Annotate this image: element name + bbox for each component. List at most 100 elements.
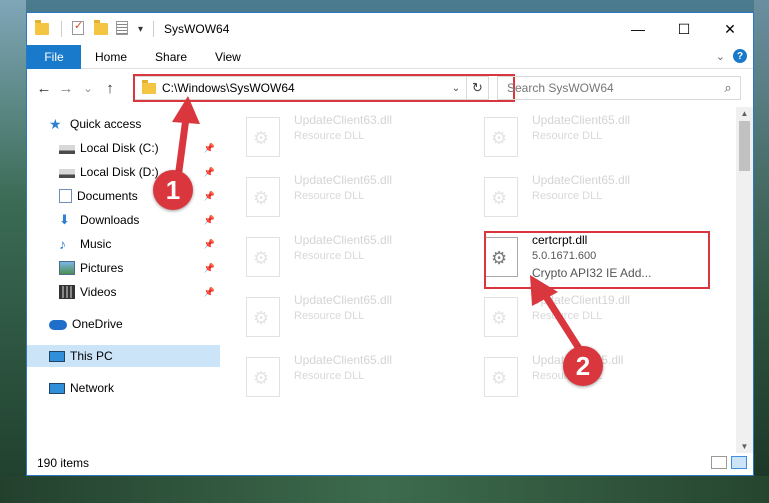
help-icon[interactable]: ? — [733, 49, 747, 63]
pictures-icon — [59, 261, 75, 275]
sidebar-item-pictures[interactable]: Pictures 📌 — [59, 257, 219, 279]
vertical-scrollbar[interactable]: ▲ ▼ — [736, 107, 753, 453]
customize-toolbar-chevron-icon[interactable]: ▾ — [138, 24, 143, 35]
search-box[interactable]: Search SysWOW64 ⌕ — [497, 76, 741, 100]
tab-file[interactable]: File — [27, 44, 81, 69]
file-name: UpdateClient19.dll — [532, 293, 631, 307]
dll-file-icon — [246, 177, 280, 217]
music-icon: ♪ — [59, 236, 66, 252]
pin-icon[interactable]: 📌 — [204, 287, 215, 298]
search-icon[interactable]: ⌕ — [716, 80, 740, 96]
sidebar-item-label: Local Disk (C:) — [80, 141, 159, 155]
navigation-bar: ← → ⌄ ↑ C:\Windows\SysWOW64 ⌄ ↻ Search S… — [27, 69, 753, 107]
forward-button[interactable]: → — [55, 80, 77, 97]
file-type: Resource DLL — [294, 250, 365, 262]
search-input[interactable]: Search SysWOW64 — [507, 81, 716, 95]
details-view-icon[interactable] — [711, 456, 727, 469]
dll-file-icon — [484, 357, 518, 397]
sidebar-item-label: This PC — [70, 349, 113, 363]
sidebar-item-this-pc[interactable]: This PC — [27, 345, 220, 367]
computer-icon — [49, 350, 65, 362]
maximize-button[interactable]: ☐ — [661, 13, 707, 45]
pin-icon[interactable]: 📌 — [204, 143, 215, 154]
ribbon-tabs: File Home Share View ⌄ ? — [27, 44, 753, 69]
cloud-icon — [49, 320, 67, 330]
file-item[interactable]: UpdateClient65.dll Resource DLL — [220, 353, 450, 409]
recent-locations-button[interactable]: ⌄ — [77, 82, 99, 95]
file-type: Resource DLL — [532, 190, 603, 202]
network-icon — [49, 382, 65, 394]
ribbon-right-controls: ⌄ ? — [716, 49, 747, 63]
status-bar: 190 items — [27, 451, 753, 475]
pin-icon[interactable]: 📌 — [204, 263, 215, 274]
file-name: UpdateClient63.dll — [294, 113, 393, 127]
sidebar-item-downloads[interactable]: ⬇ Downloads 📌 — [59, 209, 219, 231]
new-folder-icon[interactable] — [94, 20, 110, 37]
properties-check-icon[interactable] — [72, 19, 88, 37]
sidebar-item-documents[interactable]: Documents 📌 — [59, 185, 219, 207]
sidebar-item-local-disk-c[interactable]: Local Disk (C:) 📌 — [59, 137, 219, 159]
tab-share[interactable]: Share — [141, 50, 201, 64]
documents-icon — [59, 189, 72, 203]
file-item[interactable]: UpdateClient65.dll Resource DLL — [220, 233, 450, 289]
file-type: Resource DLL — [294, 130, 365, 142]
sidebar-item-label: Downloads — [80, 213, 140, 227]
view-toggle — [711, 456, 747, 469]
pin-icon[interactable]: 📌 — [204, 215, 215, 226]
window-title: SysWOW64 — [164, 22, 230, 36]
file-type: Resource DLL — [532, 130, 603, 142]
dll-file-icon — [246, 297, 280, 337]
sidebar-item-music[interactable]: ♪ Music 📌 — [59, 233, 219, 255]
sidebar-item-videos[interactable]: Videos 📌 — [59, 281, 219, 303]
properties-icon[interactable] — [116, 21, 132, 37]
dll-file-icon — [246, 117, 280, 157]
tab-view[interactable]: View — [201, 50, 255, 64]
dll-file-icon — [484, 177, 518, 217]
file-item[interactable]: UpdateClient65.dll Resource DLL — [220, 293, 450, 349]
folder-icon — [35, 20, 51, 37]
file-name: UpdateClient65.dll — [532, 113, 631, 127]
sidebar-item-onedrive[interactable]: OneDrive — [49, 313, 219, 335]
close-button[interactable]: ✕ — [707, 13, 753, 45]
file-item[interactable]: UpdateClient19.dll Resource DLL — [458, 293, 688, 349]
sidebar-item-quick-access[interactable]: ★ Quick access — [49, 113, 219, 135]
step-1-badge: 1 — [153, 170, 193, 210]
pin-icon[interactable]: 📌 — [204, 239, 215, 250]
file-name: UpdateClient65.dll — [294, 173, 393, 187]
file-name: UpdateClient65.dll — [294, 233, 393, 247]
file-name: UpdateClient65.dll — [294, 293, 393, 307]
expand-ribbon-chevron-icon[interactable]: ⌄ — [716, 50, 725, 63]
dll-file-icon — [484, 297, 518, 337]
sidebar-item-local-disk-d[interactable]: Local Disk (D:) 📌 — [59, 161, 219, 183]
file-item[interactable]: UpdateClient65.dll Resource DLL — [458, 113, 688, 169]
file-item[interactable]: UpdateClient65.dll Resource DLL — [220, 173, 450, 229]
desktop-background-right — [754, 0, 769, 503]
sidebar-item-label: Quick access — [70, 117, 142, 131]
up-button[interactable]: ↑ — [99, 80, 121, 97]
file-type: Resource DLL — [532, 310, 603, 322]
minimize-button[interactable]: — — [615, 13, 661, 45]
file-type: Resource DLL — [294, 310, 365, 322]
desktop-background-bottom — [0, 476, 769, 503]
pin-icon[interactable]: 📌 — [204, 167, 215, 178]
address-highlight-box — [133, 74, 515, 102]
file-explorer-window: ▾ SysWOW64 — ☐ ✕ File Home Share View ⌄ … — [26, 12, 754, 476]
window-controls: — ☐ ✕ — [615, 13, 753, 45]
file-item[interactable]: UpdateClient65.dll Resource DLL — [458, 173, 688, 229]
scroll-down-arrow-icon[interactable]: ▼ — [736, 442, 753, 451]
sidebar-item-network[interactable]: Network — [49, 377, 219, 399]
scroll-up-arrow-icon[interactable]: ▲ — [736, 109, 753, 118]
sidebar-item-label: Local Disk (D:) — [80, 165, 159, 179]
file-type: Resource DLL — [294, 370, 365, 382]
downloads-icon: ⬇ — [59, 212, 70, 227]
scrollbar-thumb[interactable] — [739, 121, 750, 171]
tab-home[interactable]: Home — [81, 50, 141, 64]
navigation-pane: ★ Quick access Local Disk (C:) 📌 Local D… — [27, 107, 220, 453]
file-item[interactable]: UpdateClient63.dll Resource DLL — [220, 113, 450, 169]
large-icons-view-icon[interactable] — [731, 456, 747, 469]
drive-icon — [59, 169, 75, 178]
toolbar-divider — [61, 21, 62, 37]
back-button[interactable]: ← — [33, 80, 55, 97]
pin-icon[interactable]: 📌 — [204, 191, 215, 202]
title-bar: ▾ SysWOW64 — ☐ ✕ — [27, 13, 753, 45]
